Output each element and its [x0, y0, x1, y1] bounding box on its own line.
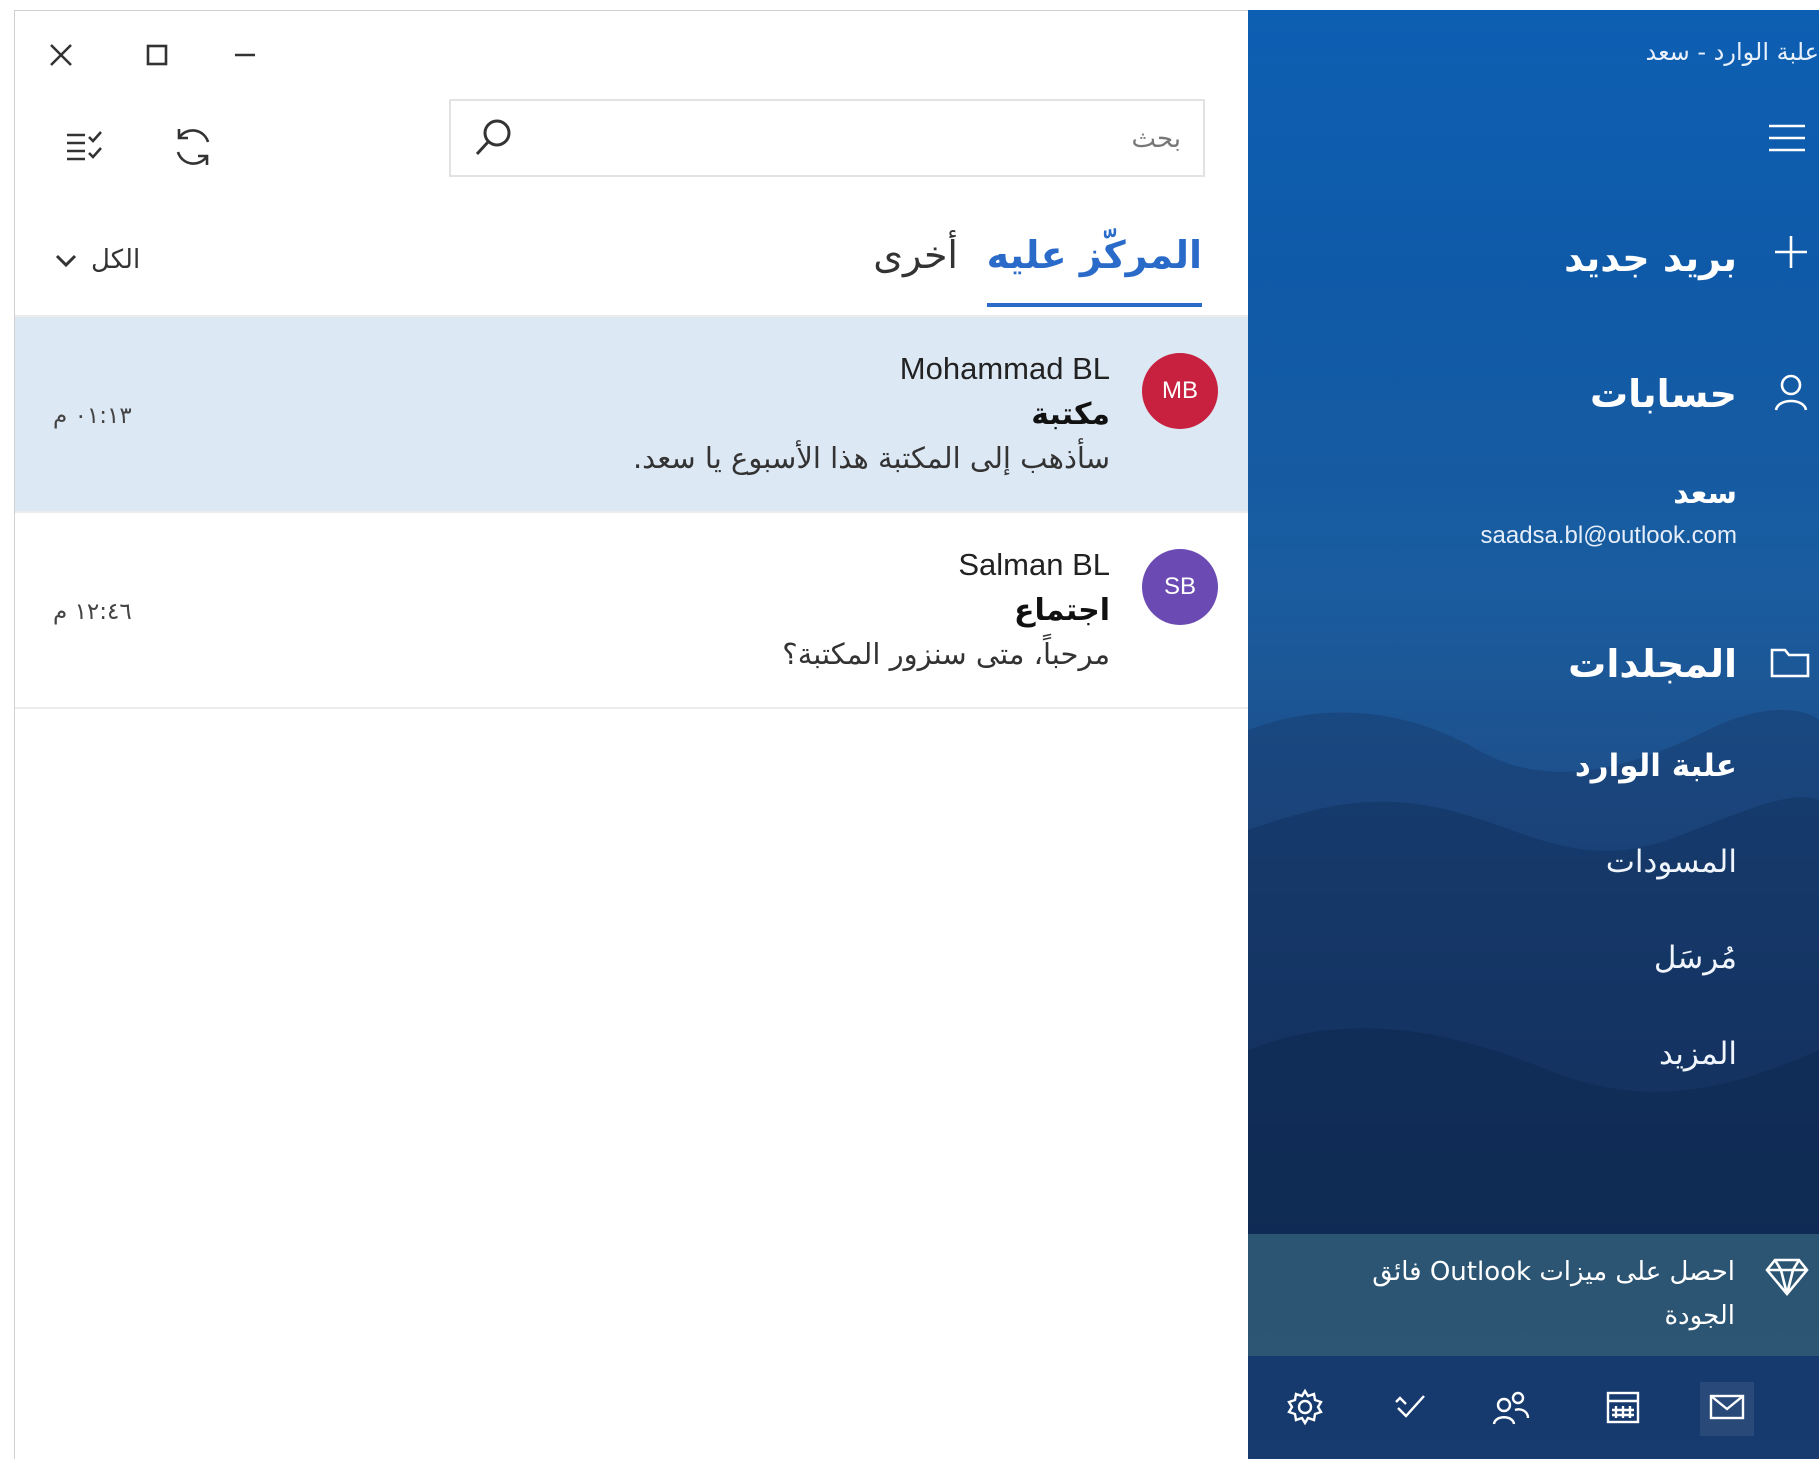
close-window-button[interactable] [37, 33, 85, 81]
message-time: ٠١:١٣ م [53, 403, 132, 429]
plus-icon[interactable] [1771, 232, 1811, 276]
folder-inbox[interactable]: علبة الوارد [1575, 748, 1737, 784]
filter-label: الكل [91, 245, 141, 275]
gear-icon [1286, 1388, 1324, 1430]
mail-icon [1708, 1391, 1746, 1427]
people-icon [1491, 1388, 1531, 1430]
minimize-icon [233, 43, 257, 71]
folder-more[interactable]: المزيد [1659, 1036, 1737, 1072]
todo-icon [1392, 1388, 1430, 1430]
mail-list-pane: المركّز عليه أخرى الكل MB Mohammad BL مك… [14, 10, 1248, 1459]
filter-dropdown[interactable]: الكل [55, 245, 140, 275]
calendar-button[interactable] [1596, 1382, 1650, 1436]
account-name[interactable]: سعد [1673, 476, 1737, 511]
diamond-icon [1765, 1256, 1809, 1300]
close-icon [48, 42, 74, 72]
app-switcher-bar [1248, 1356, 1819, 1459]
settings-button[interactable] [1278, 1382, 1332, 1436]
message-row[interactable]: SB Salman BL اجتماع مرحباً، متى سنزور ال… [15, 513, 1248, 709]
message-preview: مرحباً، متى سنزور المكتبة؟ [782, 637, 1110, 671]
new-mail-button[interactable]: بريد جديد [1564, 236, 1737, 280]
account-email[interactable]: saadsa.bl@outlook.com [1481, 522, 1738, 550]
chevron-down-icon [55, 245, 77, 275]
message-row[interactable]: MB Mohammad BL مكتبة سأذهب إلى المكتبة ه… [15, 317, 1248, 513]
folder-sent[interactable]: مُرسَل [1654, 940, 1737, 976]
folders-heading[interactable]: المجلدات [1568, 642, 1737, 686]
people-button[interactable] [1484, 1382, 1538, 1436]
premium-text: احصل على ميزات Outlook فائق الجودة [1372, 1257, 1735, 1331]
message-preview: سأذهب إلى المكتبة هذا الأسبوع يا سعد. [632, 441, 1110, 475]
select-mode-button[interactable] [59, 121, 115, 177]
todo-button[interactable] [1384, 1382, 1438, 1436]
hamburger-icon[interactable] [1767, 122, 1807, 158]
avatar: SB [1142, 549, 1218, 625]
message-time: ١٢:٤٦ م [53, 599, 132, 625]
message-sender: Mohammad BL [899, 351, 1110, 386]
sync-icon [170, 124, 216, 174]
sync-button[interactable] [165, 121, 221, 177]
navigation-pane: علبة الوارد - سعد بريد جديد حسابات سعد s… [1248, 10, 1819, 1459]
maximize-icon [145, 43, 169, 71]
premium-upgrade-link[interactable]: احصل على ميزات Outlook فائق الجودة [1248, 1234, 1819, 1356]
person-icon[interactable] [1771, 372, 1811, 416]
tab-other[interactable]: أخرى [873, 233, 958, 291]
avatar: MB [1142, 353, 1218, 429]
search-box[interactable] [449, 99, 1205, 177]
search-icon[interactable] [473, 117, 515, 163]
minimize-window-button[interactable] [221, 33, 269, 81]
select-mode-icon [65, 127, 109, 171]
maximize-window-button[interactable] [133, 33, 181, 81]
tab-focused[interactable]: المركّز عليه [986, 233, 1203, 307]
mail-button[interactable] [1700, 1382, 1754, 1436]
message-subject: مكتبة [1031, 397, 1110, 432]
search-input[interactable] [531, 111, 1181, 167]
folder-drafts[interactable]: المسودات [1606, 844, 1737, 880]
window-title: علبة الوارد - سعد [1645, 38, 1819, 66]
message-subject: اجتماع [1013, 593, 1110, 628]
folder-icon[interactable] [1769, 644, 1811, 684]
accounts-heading[interactable]: حسابات [1590, 372, 1737, 416]
calendar-icon [1604, 1388, 1642, 1430]
message-sender: Salman BL [958, 547, 1110, 582]
